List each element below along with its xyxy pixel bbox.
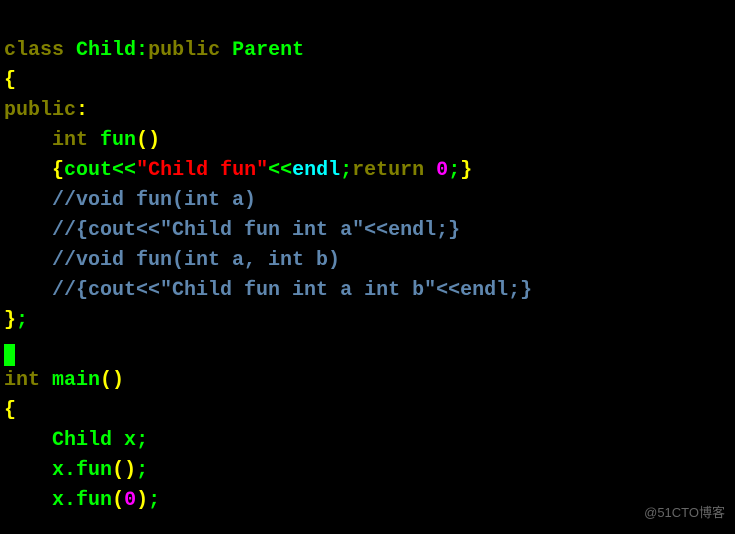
line-6: //void fun(int a) [4,189,256,212]
kw-int: int [4,369,40,392]
id-main: main [52,369,100,392]
parens: () [136,129,160,152]
code-block: class Child:public Parent { public: int … [0,0,735,522]
id-x: x [52,459,64,482]
num-zero: 0 [124,489,136,512]
id-x: x [52,489,64,512]
semicolon: ; [136,429,148,452]
op-stream: << [112,159,136,182]
line-8: //void fun(int a, int b) [4,249,340,272]
id-x: x [124,429,136,452]
line-10: }; [4,309,28,332]
indent [4,159,52,182]
paren-open: ( [112,489,124,512]
indent [4,489,52,512]
colon: : [136,39,148,62]
semicolon: ; [16,309,28,332]
line-14: Child x; [4,429,148,452]
line-11-cursor [4,339,15,362]
space [88,129,100,152]
indent [4,459,52,482]
space [40,369,52,392]
id-fun: fun [76,489,112,512]
brace-open: { [4,399,16,422]
parens: () [100,369,124,392]
kw-int: int [52,129,88,152]
indent [4,249,52,272]
semicolon: ; [448,159,460,182]
indent [4,279,52,302]
line-2: { [4,69,16,92]
paren-close: ) [136,489,148,512]
space [112,429,124,452]
line-13: { [4,399,16,422]
colon: : [76,99,88,122]
semicolon: ; [136,459,148,482]
comment: //void fun(int a, int b) [52,249,340,272]
line-5: {cout<<"Child fun"<<endl;return 0;} [4,159,472,182]
indent [4,219,52,242]
semicolon: ; [340,159,352,182]
kw-class: class [4,39,64,62]
id-child: Child [76,39,136,62]
line-7: //{cout<<"Child fun int a"<<endl;} [4,219,460,242]
line-9: //{cout<<"Child fun int a int b"<<endl;} [4,279,532,302]
brace-open: { [52,159,64,182]
line-1: class Child:public Parent [4,39,304,62]
watermark: @51CTO博客 [644,498,725,528]
line-3: public: [4,99,88,122]
id-fun: fun [100,129,136,152]
brace-open: { [4,69,16,92]
dot: . [64,489,76,512]
brace-close: } [4,309,16,332]
line-12: int main() [4,369,124,392]
parens: () [112,459,136,482]
id-child: Child [52,429,112,452]
cursor-icon [4,344,15,366]
id-endl: endl [292,159,340,182]
comment: //{cout<<"Child fun int a int b"<<endl;} [52,279,532,302]
semicolon: ; [148,489,160,512]
line-15: x.fun(); [4,459,148,482]
indent [4,129,52,152]
space [424,159,436,182]
line-16: x.fun(0); [4,489,160,512]
kw-public: public [4,99,76,122]
num-zero: 0 [436,159,448,182]
kw-public: public [148,39,220,62]
comment: //void fun(int a) [52,189,256,212]
id-fun: fun [76,459,112,482]
line-4: int fun() [4,129,160,152]
indent [4,189,52,212]
op-stream: << [268,159,292,182]
string-literal: "Child fun" [136,159,268,182]
comment: //{cout<<"Child fun int a"<<endl;} [52,219,460,242]
dot: . [64,459,76,482]
id-parent: Parent [232,39,304,62]
brace-close: } [460,159,472,182]
kw-return: return [352,159,424,182]
id-cout: cout [64,159,112,182]
indent [4,429,52,452]
